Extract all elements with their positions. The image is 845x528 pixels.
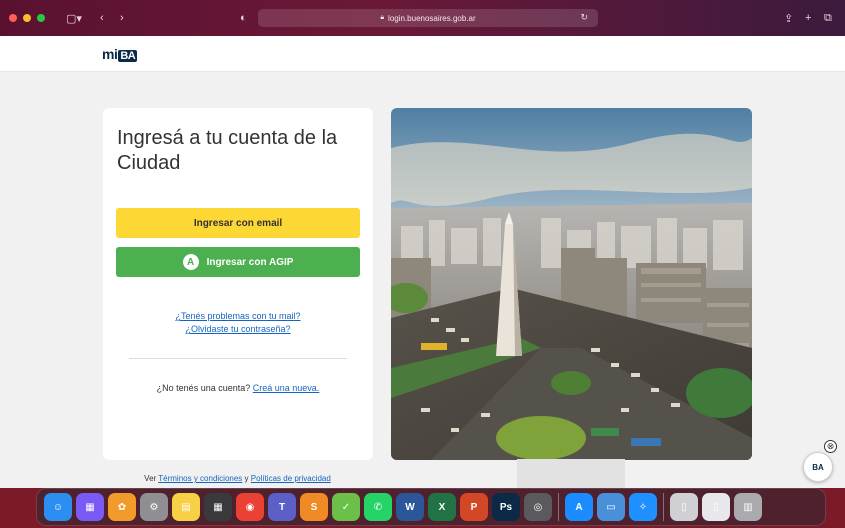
- sidebar-toggle-icon[interactable]: ▢▾: [66, 12, 82, 25]
- notes-icon[interactable]: ▤: [172, 493, 200, 521]
- minimize-window-button[interactable]: [23, 14, 31, 22]
- share-icon[interactable]: ⇪: [784, 12, 793, 25]
- calculator-icon[interactable]: ▦: [204, 493, 232, 521]
- macos-dock: ☺ ▦ ✿ ⚙ ▤ ▦ ◉ T S ✓ ✆ W X P Ps ◎ A ▭ ✧ ▯ ▯ ▥: [36, 488, 826, 526]
- footer-connector: y: [244, 474, 249, 483]
- sublime-icon[interactable]: S: [300, 493, 328, 521]
- no-account-text: ¿No tenés una cuenta?: [156, 383, 251, 393]
- tab-overview-icon[interactable]: ⧉: [824, 12, 832, 25]
- screen: ▢▾ ‹ › ◐ 🔒︎ login.buenosaires.gob.ar ↻ ⇪…: [0, 0, 845, 528]
- logo-suffix: BA: [118, 50, 138, 62]
- excel-icon[interactable]: X: [428, 493, 456, 521]
- close-window-button[interactable]: [9, 14, 17, 22]
- miba-logo[interactable]: mi BA: [102, 46, 138, 62]
- photos-icon[interactable]: ✿: [108, 493, 136, 521]
- page-title: Ingresá a tu cuenta de la Ciudad: [117, 127, 338, 174]
- agip-login-label: Ingresar con AGIP: [206, 256, 294, 268]
- lock-icon: 🔒︎: [380, 14, 385, 21]
- terms-link[interactable]: Términos y condiciones: [158, 474, 242, 483]
- mail-problem-link[interactable]: ¿Tenés problemas con tu mail?: [103, 310, 373, 323]
- page-content: Ingresá a tu cuenta de la Ciudad Ingresa…: [0, 72, 845, 488]
- signup-prompt: ¿No tenés una cuenta? Creá una nueva.: [103, 383, 373, 393]
- finder-icon[interactable]: ☺: [44, 493, 72, 521]
- divider: [129, 358, 347, 359]
- agip-logo-icon: A: [182, 254, 199, 270]
- word-icon[interactable]: W: [396, 493, 424, 521]
- privacy-link[interactable]: Políticas de privacidad: [251, 474, 331, 483]
- logo-prefix: mi: [102, 46, 118, 62]
- trash-icon[interactable]: ▥: [734, 493, 762, 521]
- powerpoint-icon[interactable]: P: [460, 493, 488, 521]
- chrome-icon[interactable]: ◉: [236, 493, 264, 521]
- launchpad-icon[interactable]: ▦: [76, 493, 104, 521]
- checklist-icon[interactable]: ✓: [332, 493, 360, 521]
- buenos-aires-obelisk-photo: [391, 108, 752, 460]
- new-tab-icon[interactable]: +: [805, 12, 811, 24]
- documents-icon[interactable]: ▯: [670, 493, 698, 521]
- system-settings-icon[interactable]: ⚙: [140, 493, 168, 521]
- window-controls: [9, 14, 45, 22]
- app-store-icon[interactable]: A: [565, 493, 593, 521]
- create-account-link[interactable]: Creá una nueva.: [253, 383, 320, 393]
- zoom-window-button[interactable]: [37, 14, 45, 22]
- back-icon[interactable]: ‹: [100, 12, 104, 24]
- email-login-label: Ingresar con email: [193, 217, 283, 229]
- forgot-password-link[interactable]: ¿Olvidaste tu contraseña?: [103, 323, 373, 336]
- whatsapp-icon[interactable]: ✆: [364, 493, 392, 521]
- site-header: mi BA: [0, 36, 845, 72]
- reload-icon[interactable]: ↻: [580, 12, 588, 23]
- legal-footer: Ver Términos y condiciones y Políticas d…: [0, 474, 475, 483]
- close-chat-icon[interactable]: ⊗: [824, 440, 837, 453]
- email-login-button[interactable]: Ingresar con email: [116, 208, 360, 238]
- dock-separator: [558, 493, 559, 521]
- teams-icon[interactable]: T: [268, 493, 296, 521]
- login-card: Ingresá a tu cuenta de la Ciudad Ingresa…: [103, 108, 373, 460]
- url-text: login.buenosaires.gob.ar: [388, 13, 476, 23]
- photoshop-icon[interactable]: Ps: [492, 493, 520, 521]
- browser-toolbar: ▢▾ ‹ › ◐ 🔒︎ login.buenosaires.gob.ar ↻ ⇪…: [0, 0, 845, 36]
- file-icon[interactable]: ▯: [702, 493, 730, 521]
- help-links: ¿Tenés problemas con tu mail? ¿Olvidaste…: [103, 310, 373, 336]
- agip-login-button[interactable]: A Ingresar con AGIP: [116, 247, 360, 277]
- forward-icon[interactable]: ›: [120, 12, 124, 24]
- screenshot-icon[interactable]: ◎: [524, 493, 552, 521]
- safari-icon[interactable]: ✧: [629, 493, 657, 521]
- footer-prefix: Ver: [144, 474, 157, 483]
- overlay-placeholder: [517, 459, 625, 488]
- privacy-shield-icon[interactable]: ◐: [240, 12, 247, 24]
- chat-widget-button[interactable]: BA: [803, 452, 833, 482]
- dock-separator: [663, 493, 664, 521]
- preview-icon[interactable]: ▭: [597, 493, 625, 521]
- address-bar[interactable]: 🔒︎ login.buenosaires.gob.ar ↻: [258, 9, 598, 27]
